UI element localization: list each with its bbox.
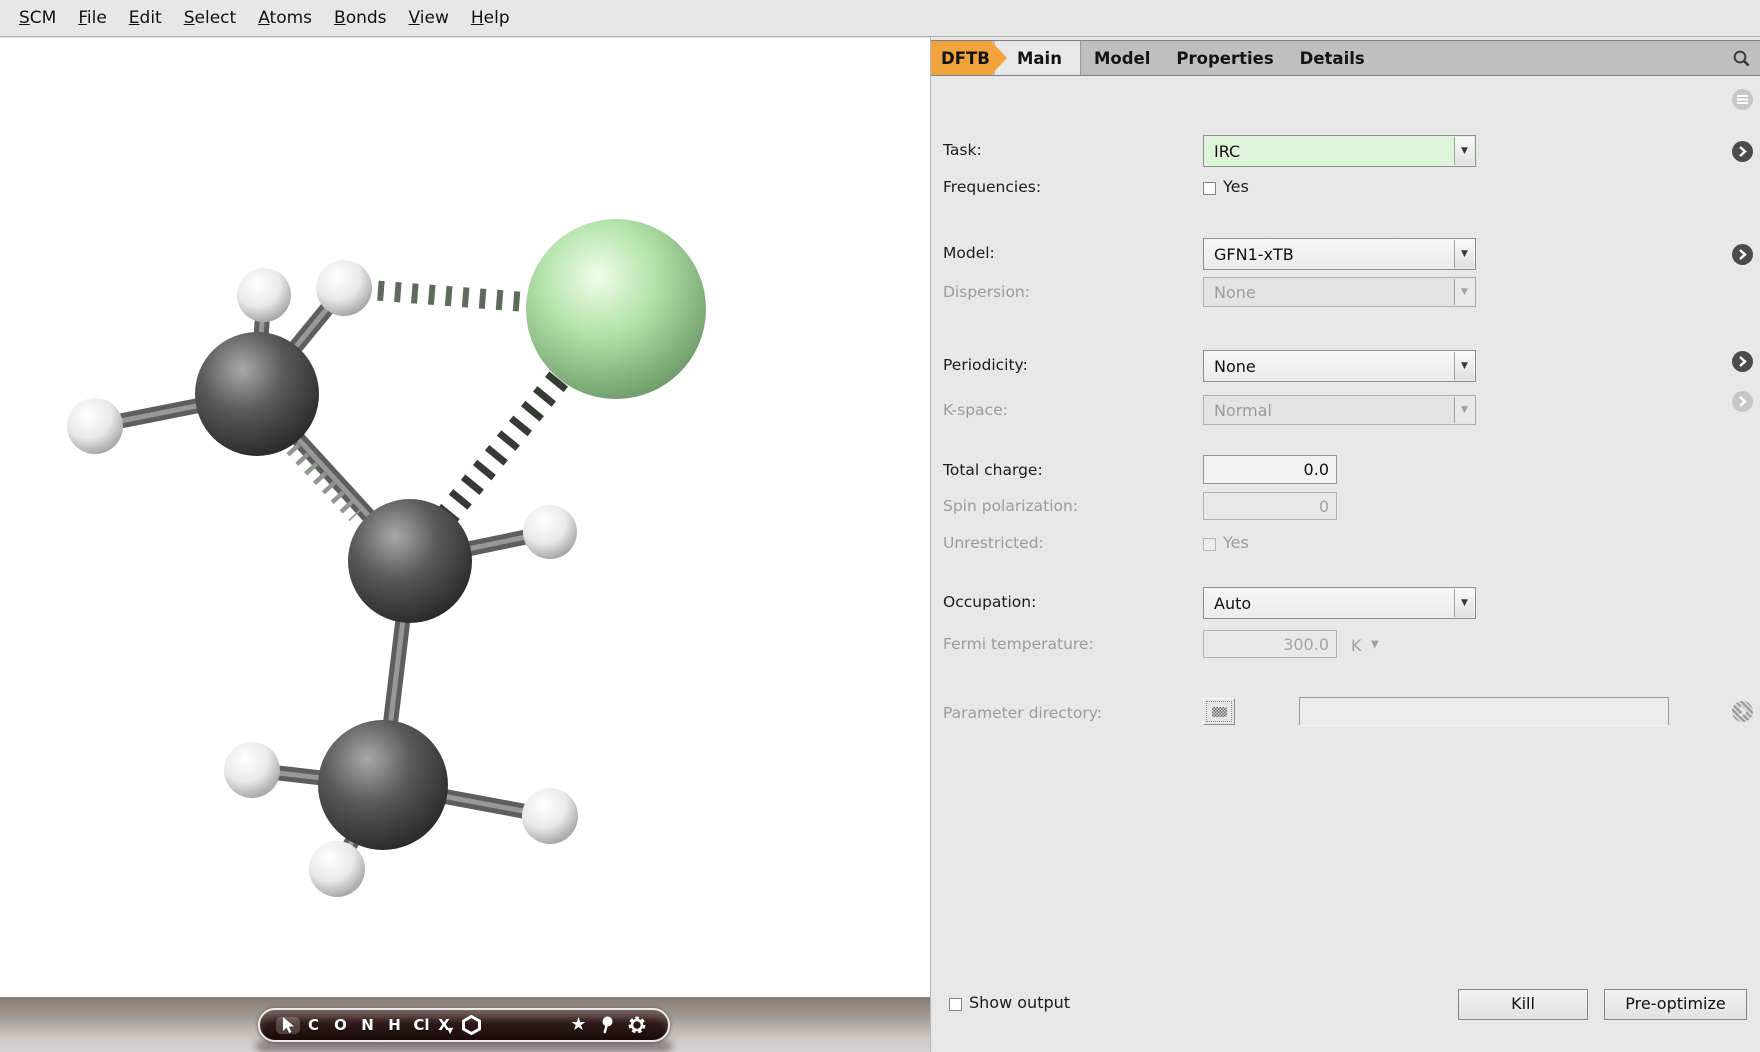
dftb-input-panel: DFTB Main Model Properties Details Task:… <box>930 37 1760 1052</box>
menu-scm[interactable]: SCM <box>8 8 67 28</box>
menu-view[interactable]: View <box>398 8 460 28</box>
dispersion-dropdown-arrow-icon: ▼ <box>1454 279 1474 305</box>
kill-button[interactable]: Kill <box>1458 989 1588 1020</box>
fermi-temperature-unit: K <box>1351 636 1362 655</box>
menu-bonds[interactable]: Bonds <box>323 8 398 28</box>
dispersion-value: None <box>1214 283 1256 302</box>
occupation-dropdown[interactable]: Auto ▼ <box>1203 587 1476 619</box>
task-dropdown-arrow-icon[interactable]: ▼ <box>1454 137 1474 165</box>
occupation-label: Occupation: <box>943 593 1036 611</box>
tab-main[interactable]: Main <box>995 41 1081 75</box>
kspace-label: K-space: <box>943 401 1008 419</box>
element-toolbar: C O N H Cl X ▼ ★ <box>258 1008 670 1042</box>
atom-H <box>522 788 578 844</box>
molecule-viewport[interactable]: C O N H Cl X ▼ ★ <box>0 38 930 1052</box>
kspace-dropdown-arrow-icon: ▼ <box>1454 397 1474 423</box>
periodicity-value: None <box>1214 357 1256 376</box>
parameter-directory-label: Parameter directory: <box>943 704 1102 722</box>
model-dropdown[interactable]: GFN1-xTB ▼ <box>1203 238 1476 270</box>
task-detail-chevron-icon[interactable] <box>1732 141 1753 162</box>
atom-C <box>348 499 472 623</box>
element-chlorine-button[interactable]: Cl <box>408 1012 435 1038</box>
task-value: IRC <box>1214 142 1240 161</box>
kspace-detail-chevron-icon-disabled <box>1732 391 1753 412</box>
gear-tool-icon[interactable] <box>622 1015 652 1035</box>
tab-bar: DFTB Main Model Properties Details <box>931 40 1760 76</box>
folder-browse-button <box>1203 698 1235 725</box>
menu-file[interactable]: File <box>67 8 117 28</box>
spin-polarization-input: 0 <box>1203 492 1337 520</box>
menu-select[interactable]: Select <box>173 8 247 28</box>
star-tool-icon[interactable]: ★ <box>565 1012 592 1038</box>
model-value: GFN1-xTB <box>1214 245 1294 264</box>
atom-H <box>237 268 291 322</box>
search-icon[interactable] <box>1732 41 1760 75</box>
tab-details[interactable]: Details <box>1287 41 1378 75</box>
model-detail-chevron-icon[interactable] <box>1732 244 1753 265</box>
element-hydrogen-button[interactable]: H <box>381 1012 408 1038</box>
periodicity-label: Periodicity: <box>943 356 1028 374</box>
periodicity-detail-chevron-icon[interactable] <box>1732 351 1753 372</box>
frequencies-checkbox-label[interactable]: Yes <box>1223 177 1249 196</box>
menu-atoms[interactable]: Atoms <box>247 8 323 28</box>
preoptimize-button[interactable]: Pre-optimize <box>1604 989 1747 1020</box>
balloon-tool-icon[interactable] <box>592 1016 622 1035</box>
show-output-label[interactable]: Show output <box>969 993 1070 1012</box>
unrestricted-checkbox <box>1203 538 1216 551</box>
model-dropdown-arrow-icon[interactable]: ▼ <box>1454 240 1474 268</box>
total-charge-input[interactable]: 0.0 <box>1203 455 1337 484</box>
tab-model[interactable]: Model <box>1081 41 1163 75</box>
folder-icon <box>1212 707 1227 717</box>
periodicity-dropdown[interactable]: None ▼ <box>1203 350 1476 382</box>
element-oxygen-button[interactable]: O <box>327 1012 354 1038</box>
occupation-dropdown-arrow-icon[interactable]: ▼ <box>1454 589 1474 617</box>
frequencies-label: Frequencies: <box>943 178 1041 196</box>
spin-polarization-label: Spin polarization: <box>943 497 1078 515</box>
kspace-dropdown: Normal ▼ <box>1203 395 1476 425</box>
fermi-unit-dropdown-caret-icon: ▼ <box>1371 639 1379 650</box>
element-carbon-button[interactable]: C <box>300 1012 327 1038</box>
occupation-value: Auto <box>1214 594 1251 613</box>
menu-bar: SCM File Edit Select Atoms Bonds View He… <box>0 0 1760 37</box>
element-nitrogen-button[interactable]: N <box>354 1012 381 1038</box>
molecule-canvas[interactable] <box>0 38 930 1052</box>
fermi-temperature-label: Fermi temperature: <box>943 635 1094 653</box>
ring-tool-icon[interactable] <box>453 1015 489 1035</box>
dispersion-label: Dispersion: <box>943 283 1030 301</box>
show-output-checkbox[interactable] <box>949 998 962 1011</box>
atom-H <box>309 841 365 897</box>
kspace-value: Normal <box>1214 401 1272 420</box>
periodicity-dropdown-arrow-icon[interactable]: ▼ <box>1454 352 1474 380</box>
parameter-detail-chevron-icon-disabled <box>1732 701 1753 722</box>
task-dropdown[interactable]: IRC ▼ <box>1203 135 1476 167</box>
pointer-tool-icon[interactable] <box>276 1017 300 1034</box>
panel-menu-icon[interactable] <box>1732 89 1753 110</box>
fermi-temperature-input: 300.0 <box>1203 630 1337 658</box>
total-charge-label: Total charge: <box>943 461 1043 479</box>
menu-edit[interactable]: Edit <box>118 8 173 28</box>
atom-H <box>67 398 123 454</box>
product-tab-dftb[interactable]: DFTB <box>931 41 1007 75</box>
unrestricted-label: Unrestricted: <box>943 534 1044 552</box>
dispersion-dropdown: None ▼ <box>1203 277 1476 307</box>
parameter-directory-input <box>1299 697 1669 726</box>
atom-Cl <box>526 219 706 399</box>
model-label: Model: <box>943 244 995 262</box>
tab-properties[interactable]: Properties <box>1163 41 1286 75</box>
atom-C <box>318 720 448 850</box>
menu-help[interactable]: Help <box>460 8 521 28</box>
task-label: Task: <box>943 141 982 159</box>
atom-C <box>195 332 319 456</box>
atom-H <box>316 260 372 316</box>
atom-H <box>523 505 577 559</box>
frequencies-checkbox[interactable] <box>1203 182 1216 195</box>
atom-H <box>224 742 280 798</box>
unrestricted-checkbox-label: Yes <box>1223 533 1249 552</box>
